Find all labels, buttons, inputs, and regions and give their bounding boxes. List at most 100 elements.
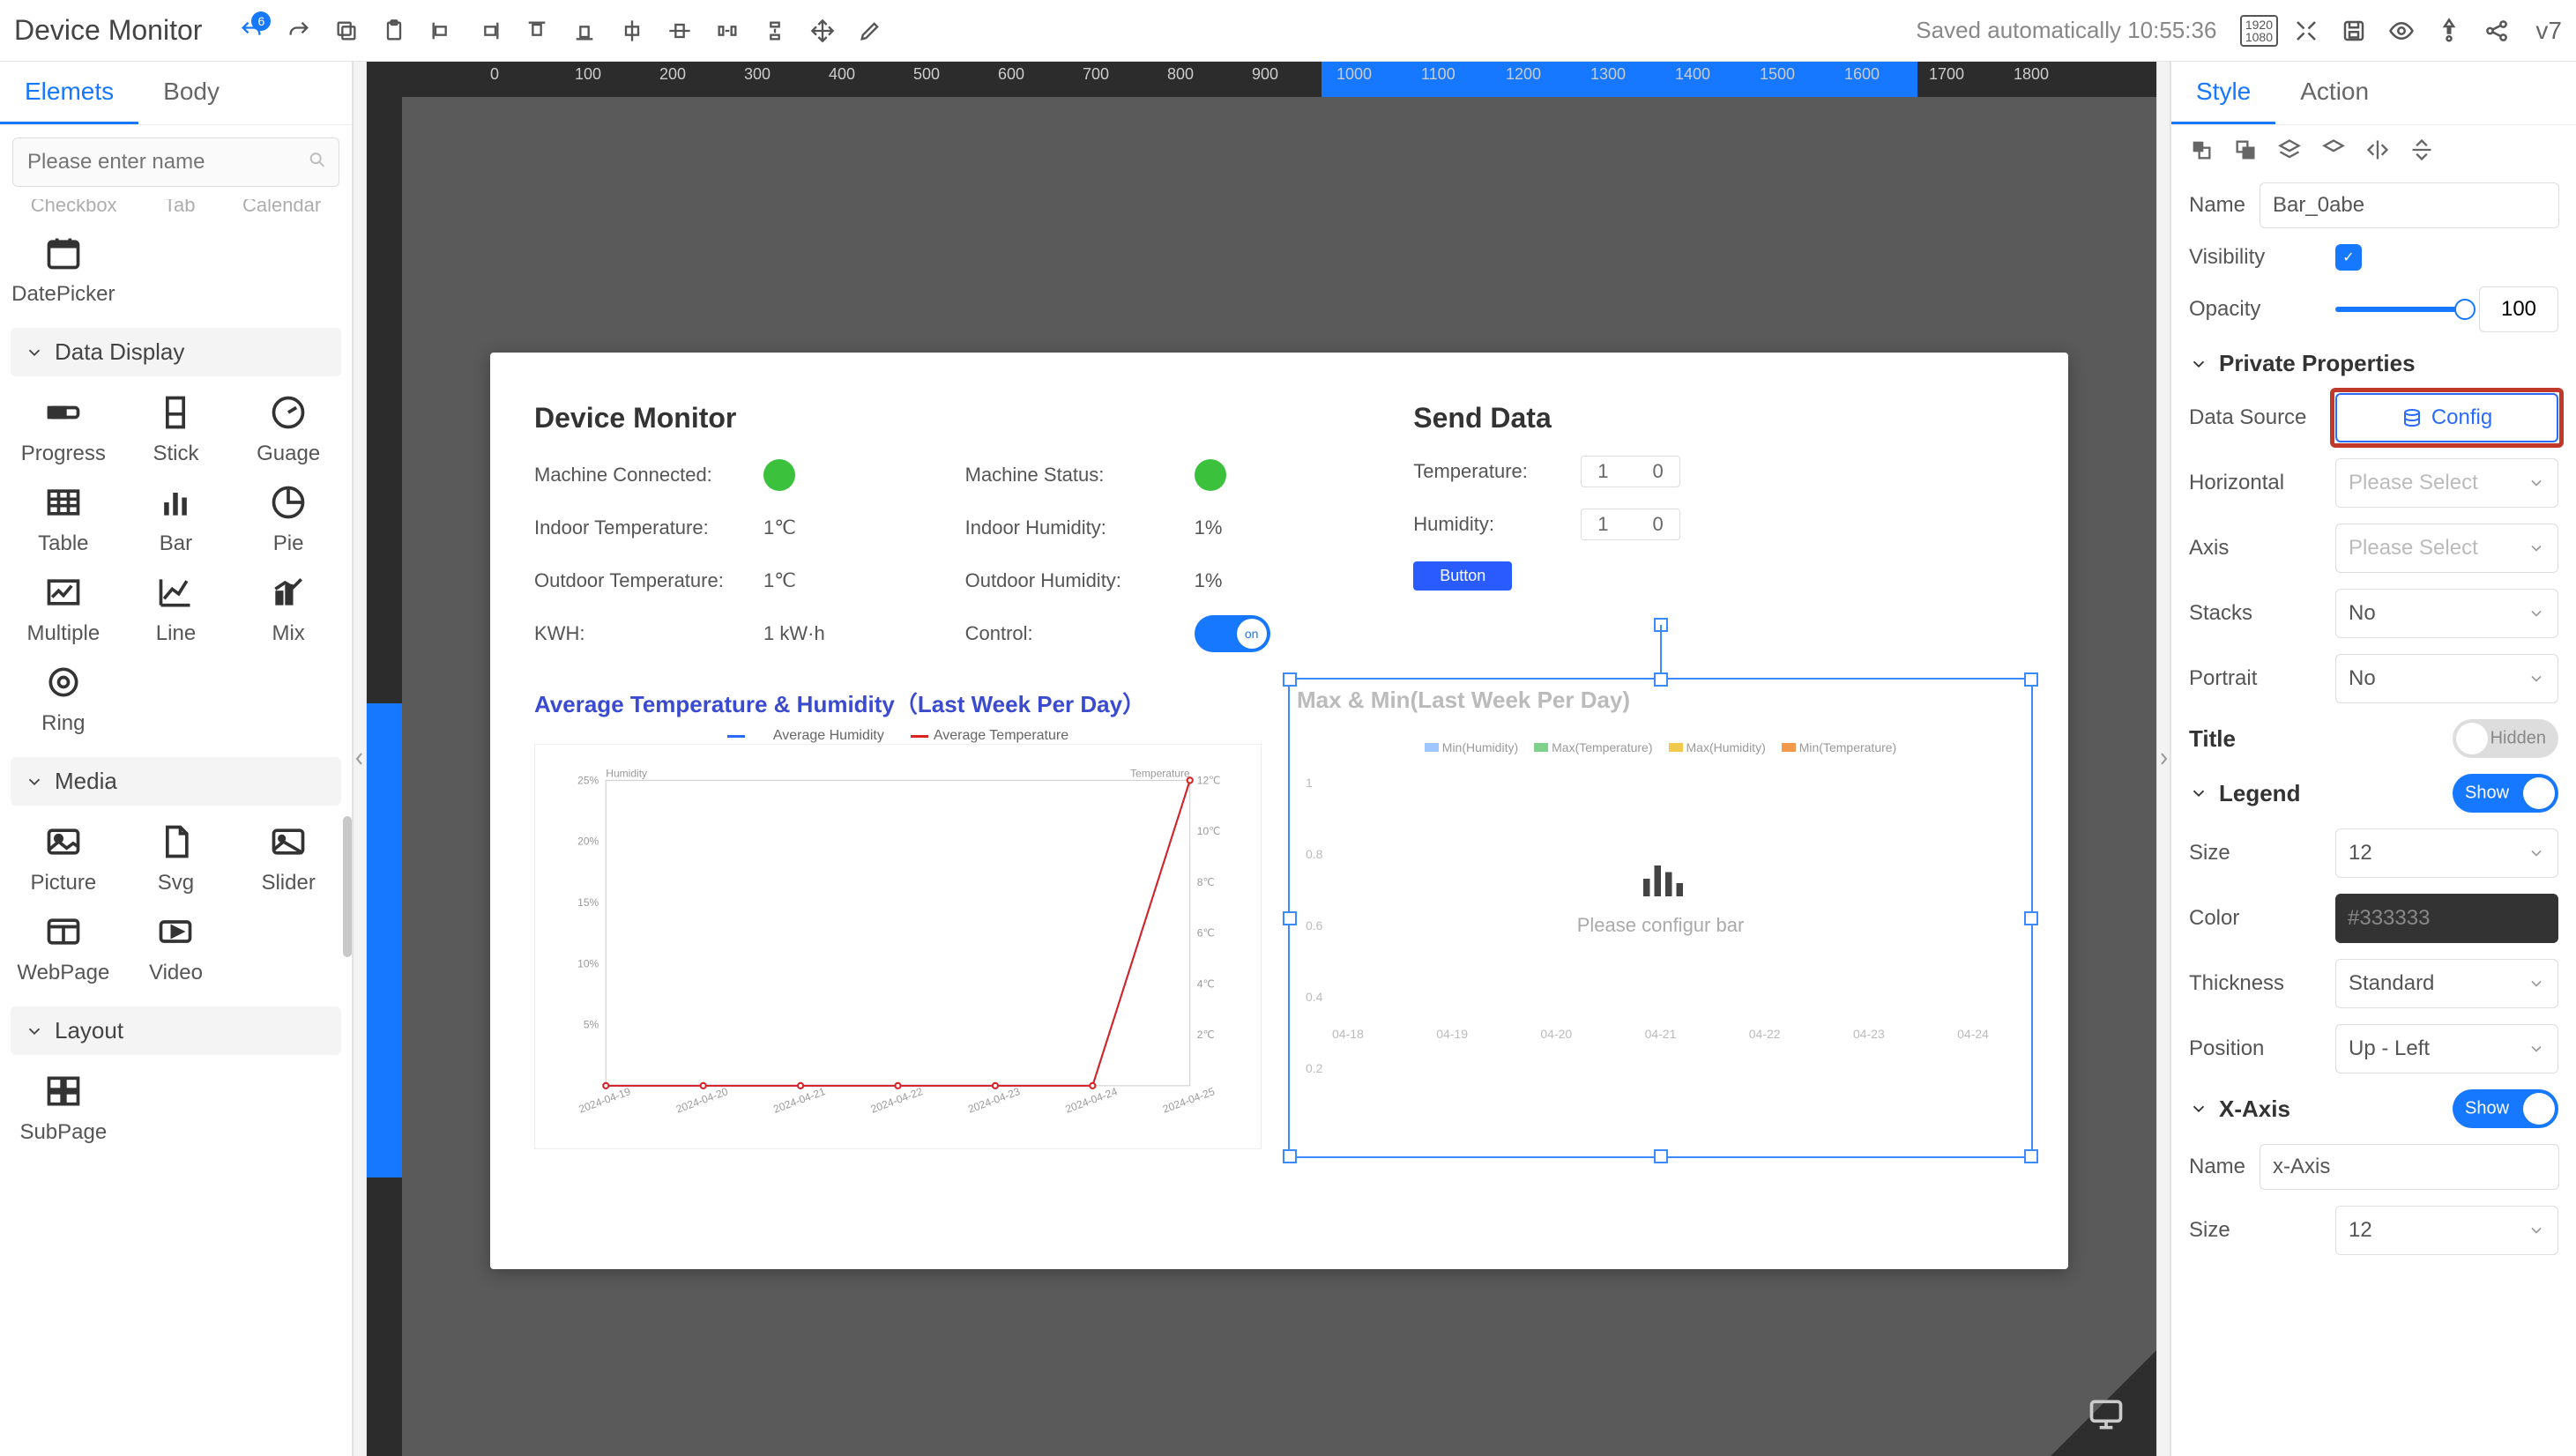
chart1-line-chart[interactable]: 25%20%15%10%5%12℃10℃8℃6℃4℃2℃HumidityTemp…	[534, 744, 1262, 1149]
align-left-icon[interactable]	[428, 17, 456, 45]
svg-text:12℃: 12℃	[1197, 774, 1221, 786]
title-section-head: Title	[2189, 725, 2236, 753]
video-icon	[149, 911, 202, 952]
element-line[interactable]: Line	[127, 572, 224, 646]
edit-icon[interactable]	[856, 17, 884, 45]
position-select[interactable]: Up - Left	[2335, 1024, 2558, 1073]
control-switch[interactable]: on	[1195, 615, 1270, 652]
align-hcenter-icon[interactable]	[618, 17, 646, 45]
bring-front-icon[interactable]	[2189, 137, 2214, 167]
status-dot-status	[1195, 459, 1226, 491]
horizontal-select[interactable]: Please Select	[2335, 458, 2558, 508]
element-datepicker[interactable]: DatePicker	[15, 233, 112, 307]
preview-icon[interactable]	[2386, 15, 2417, 47]
legend-color-input[interactable]: #333333	[2335, 894, 2558, 943]
svg-text:25%: 25%	[577, 774, 599, 786]
save-icon[interactable]	[2338, 15, 2370, 47]
indoor-hum-value: 1%	[1195, 516, 1300, 539]
resolution-badge[interactable]: 1920 1080	[2243, 15, 2274, 47]
group-media[interactable]: Media	[11, 757, 341, 806]
xaxis-toggle[interactable]: Show	[2453, 1089, 2558, 1128]
visibility-checkbox[interactable]: ✓	[2335, 244, 2362, 271]
stick-icon	[149, 392, 202, 433]
fit-icon[interactable]	[2290, 15, 2322, 47]
element-subpage[interactable]: SubPage	[15, 1071, 112, 1145]
element-picture[interactable]: Picture	[15, 821, 112, 895]
svg-text:5%: 5%	[584, 1019, 599, 1031]
element-progress[interactable]: Progress	[15, 392, 112, 466]
align-top-icon[interactable]	[523, 17, 551, 45]
distribute-v-icon[interactable]	[761, 17, 789, 45]
elements-search-input[interactable]	[12, 137, 339, 187]
tab-body[interactable]: Body	[138, 62, 244, 124]
chart2-bar-chart[interactable]: Min(Humidity) Max(Temperature) Max(Humid…	[1297, 723, 2024, 1128]
element-bar[interactable]: Bar	[127, 482, 224, 556]
undo-icon[interactable]: 6	[237, 17, 265, 45]
tab-elements[interactable]: Elemets	[0, 62, 138, 124]
share-icon[interactable]	[2481, 15, 2513, 47]
align-right-icon[interactable]	[475, 17, 503, 45]
thickness-select[interactable]: Standard	[2335, 959, 2558, 1008]
temperature-range-input[interactable]: 10	[1581, 456, 1680, 487]
paste-icon[interactable]	[380, 17, 408, 45]
opacity-value[interactable]: 100	[2479, 286, 2558, 332]
xaxis-name-input[interactable]	[2260, 1144, 2559, 1190]
tab-action[interactable]: Action	[2275, 62, 2394, 124]
align-vcenter-icon[interactable]	[666, 17, 694, 45]
flip-h-icon[interactable]	[2365, 137, 2390, 167]
outdoor-hum-value: 1%	[1195, 569, 1300, 592]
tab-style[interactable]: Style	[2171, 62, 2275, 124]
element-multiple[interactable]: Multiple	[15, 572, 112, 646]
left-scrollbar-thumb[interactable]	[343, 816, 352, 957]
database-icon	[2401, 407, 2423, 428]
picture-icon	[37, 821, 90, 862]
copy-icon[interactable]	[332, 17, 361, 45]
move-icon[interactable]	[808, 17, 837, 45]
layers-icon[interactable]	[2277, 137, 2302, 167]
redo-icon[interactable]	[285, 17, 313, 45]
humidity-range-input[interactable]: 10	[1581, 509, 1680, 540]
element-webpage[interactable]: WebPage	[15, 911, 112, 985]
data-source-config-button[interactable]: Config	[2335, 393, 2558, 442]
axis-select[interactable]: Please Select	[2335, 524, 2558, 573]
send-back-icon[interactable]	[2233, 137, 2258, 167]
layer-up-icon[interactable]	[2321, 137, 2346, 167]
flip-v-icon[interactable]	[2409, 137, 2434, 167]
section-legend[interactable]: Legend	[2189, 780, 2300, 807]
ring-icon	[37, 662, 90, 702]
portrait-select[interactable]: No	[2335, 654, 2558, 703]
canvas-area[interactable]: 0100200300400500600700800900100011001200…	[367, 62, 2156, 1456]
deploy-icon[interactable]	[2433, 15, 2465, 47]
legend-size-select[interactable]: 12	[2335, 828, 2558, 878]
element-svg[interactable]: Svg	[127, 821, 224, 895]
left-panel: Elemets Body CheckboxTabCalendar DatePic…	[0, 62, 353, 1456]
element-pie[interactable]: Pie	[240, 482, 337, 556]
element-table[interactable]: Table	[15, 482, 112, 556]
svg-text:2024-04-23: 2024-04-23	[966, 1085, 1022, 1116]
section-xaxis[interactable]: X-Axis	[2189, 1096, 2290, 1123]
element-ring[interactable]: Ring	[15, 662, 112, 736]
element-slider[interactable]: Slider	[240, 821, 337, 895]
xaxis-size-select[interactable]: 12	[2335, 1206, 2558, 1255]
stacks-select[interactable]: No	[2335, 589, 2558, 638]
section-private-properties[interactable]: Private Properties	[2189, 350, 2558, 377]
group-data-display[interactable]: Data Display	[11, 328, 341, 376]
subpage-icon	[37, 1071, 90, 1111]
chart2-placeholder-text: Please configur bar	[1577, 914, 1745, 937]
align-bottom-icon[interactable]	[570, 17, 599, 45]
svg-text:Temperature: Temperature	[1130, 767, 1190, 779]
group-layout[interactable]: Layout	[11, 1007, 341, 1055]
design-page[interactable]: Device Monitor Machine Connected: Indoor…	[490, 353, 2068, 1269]
right-splitter[interactable]	[2156, 62, 2170, 1456]
prop-name-input[interactable]	[2260, 182, 2559, 228]
distribute-h-icon[interactable]	[713, 17, 741, 45]
element-stick[interactable]: Stick	[127, 392, 224, 466]
title-toggle[interactable]: Hidden	[2453, 719, 2558, 758]
element-mix[interactable]: Mix	[240, 572, 337, 646]
element-guage[interactable]: Guage	[240, 392, 337, 466]
opacity-slider[interactable]	[2335, 307, 2465, 312]
legend-toggle[interactable]: Show	[2453, 774, 2558, 813]
left-splitter[interactable]	[353, 62, 367, 1456]
element-video[interactable]: Video	[127, 911, 224, 985]
send-button[interactable]: Button	[1413, 561, 1512, 591]
